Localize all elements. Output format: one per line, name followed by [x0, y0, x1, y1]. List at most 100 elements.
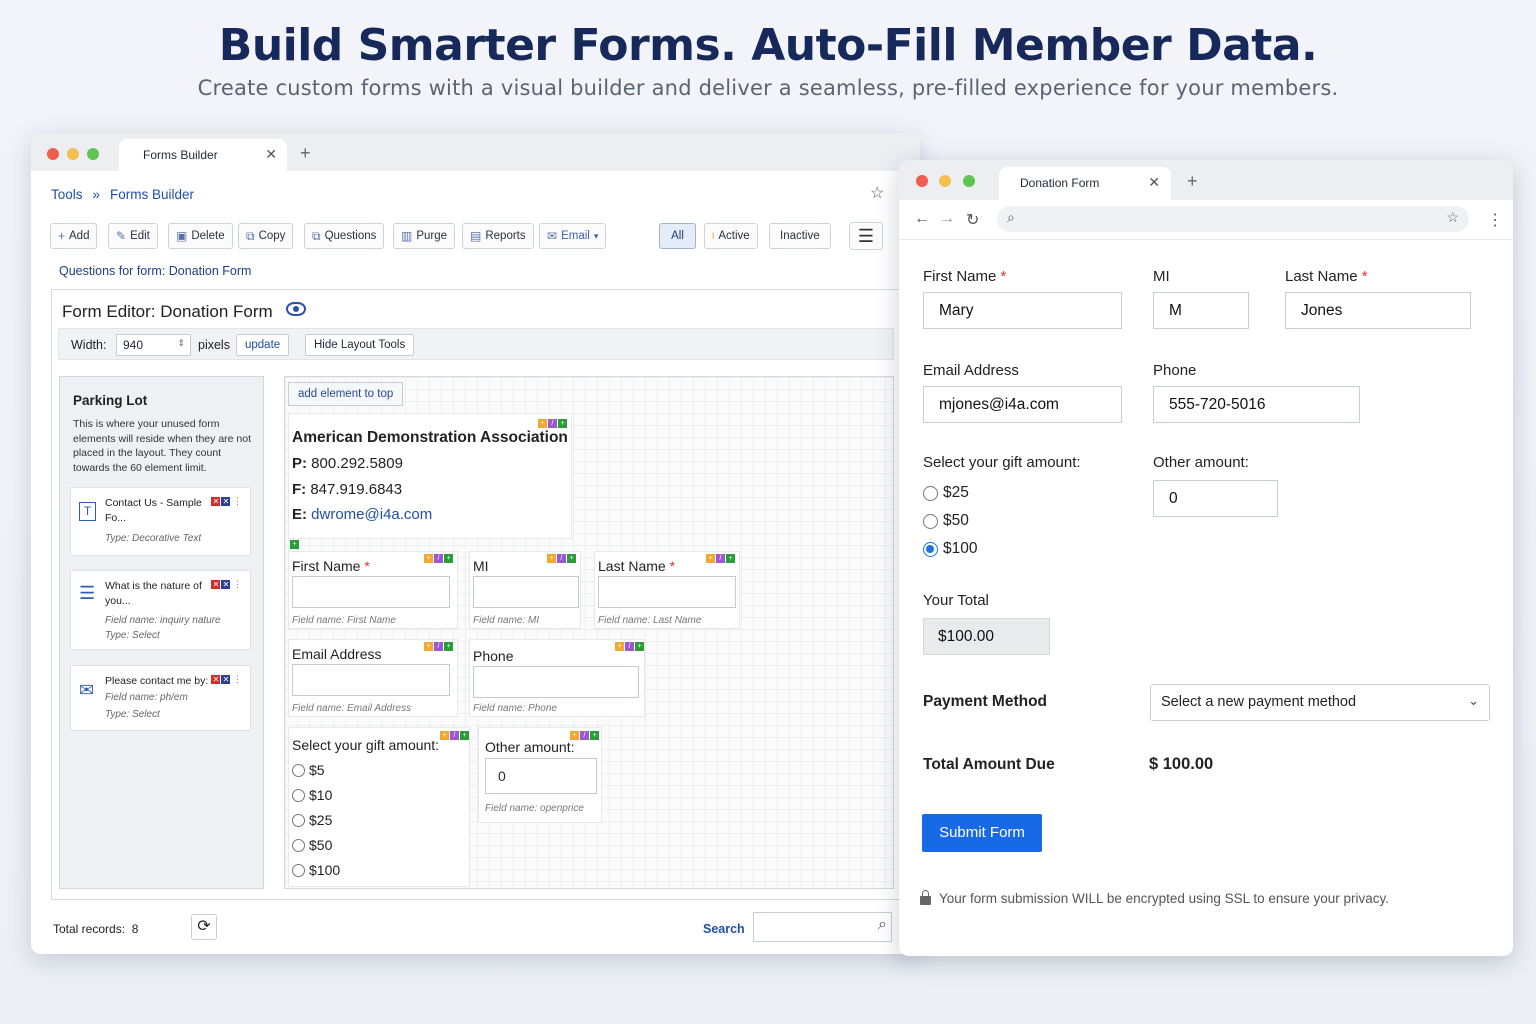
add-icon[interactable]: + [558, 419, 567, 428]
add-icon[interactable]: + [726, 554, 735, 563]
item-controls[interactable]: ✕ ✕ ⋮ [211, 579, 242, 590]
org-info-block[interactable]: + / + American Demonstration Association P… [288, 413, 572, 539]
bookmark-star-icon[interactable]: ☆ [1446, 209, 1459, 226]
block-controls[interactable]: + / + [538, 419, 567, 429]
first-name-block[interactable]: + / + First Name * Field name: First Name [288, 551, 458, 629]
mi-input[interactable] [473, 576, 579, 608]
minimize-window-dot[interactable] [67, 148, 79, 160]
block-controls[interactable]: + / + [547, 554, 576, 564]
preview-eye-icon[interactable] [286, 302, 306, 316]
edit-icon[interactable]: / [450, 731, 459, 740]
add-icon[interactable]: + [635, 642, 644, 651]
width-input[interactable]: 940 ⇕ [116, 334, 191, 356]
remove-icon[interactable]: ✕ [211, 580, 221, 589]
move-icon[interactable]: + [547, 554, 556, 563]
close-window-dot[interactable] [47, 148, 59, 160]
email-block[interactable]: + / + Email Address Field name: Email Addr… [288, 639, 458, 717]
search-icon[interactable]: ⌕ [878, 916, 887, 934]
more-menu-icon[interactable]: ⋮ [1487, 210, 1503, 230]
gift-amount-block[interactable]: + / + Select your gift amount: $5 $10 $25 … [288, 727, 470, 887]
move-icon[interactable]: + [615, 642, 624, 651]
radio-circle[interactable] [292, 788, 305, 802]
star-icon[interactable]: ☆ [870, 183, 884, 203]
parking-item[interactable]: ☰ What is the nature of you... Field nam… [70, 570, 251, 650]
delete-button[interactable]: ▣ Delete [168, 223, 233, 249]
parking-item[interactable]: ✉ Please contact me by: Field name: ph/e… [70, 665, 251, 731]
maximize-window-dot[interactable] [87, 148, 99, 160]
gift-option[interactable]: $10 [292, 787, 332, 803]
edit-icon[interactable]: / [716, 554, 725, 563]
edit-icon[interactable]: / [548, 419, 557, 428]
gift-option[interactable]: $50 [292, 837, 332, 853]
last-name-block[interactable]: + / + Last Name * Field name: Last Name [594, 551, 740, 629]
phone-input[interactable]: 555-720-5016 [1153, 386, 1360, 423]
edit-icon[interactable]: / [434, 554, 443, 563]
email-dropdown-button[interactable]: ✉ Email ▾ [539, 223, 607, 249]
org-email-link[interactable]: dwrome@i4a.com [311, 506, 432, 523]
phone-block[interactable]: + / + Phone Field name: Phone [469, 639, 645, 717]
mi-block[interactable]: + / + MI Field name: MI [469, 551, 581, 629]
add-icon[interactable]: + [460, 731, 469, 740]
delete-icon[interactable]: ✕ [221, 497, 231, 506]
first-name-input[interactable]: Mary [923, 292, 1122, 329]
move-icon[interactable]: + [424, 642, 433, 651]
parking-item[interactable]: T Contact Us - Sample Fo... Type: Decora… [70, 487, 251, 556]
mi-input[interactable]: M [1153, 292, 1249, 329]
first-name-input[interactable] [292, 576, 450, 608]
radio-selected-circle[interactable] [923, 541, 938, 557]
gift-option[interactable]: $5 [292, 762, 325, 778]
edit-icon[interactable]: / [625, 642, 634, 651]
delete-icon[interactable]: ✕ [221, 675, 231, 684]
maximize-window-dot[interactable] [963, 175, 975, 187]
add-icon[interactable]: + [444, 554, 453, 563]
block-controls[interactable]: + / + [424, 642, 453, 652]
stepper-icon[interactable]: ⇕ [177, 338, 185, 349]
radio-circle[interactable] [292, 763, 305, 777]
other-amount-block[interactable]: + / + Other amount: 0 Field name: openpric… [478, 727, 602, 823]
remove-icon[interactable]: ✕ [211, 497, 221, 506]
phone-input[interactable] [473, 666, 639, 698]
filter-active[interactable]: ǀ Active [704, 223, 758, 249]
move-icon[interactable]: + [440, 731, 449, 740]
move-icon[interactable]: + [538, 419, 547, 428]
edit-icon[interactable]: / [557, 554, 566, 563]
gift-option-100[interactable]: $100 [923, 540, 977, 558]
tab-forms-builder[interactable]: Forms Builder ✕ [119, 139, 287, 171]
delete-icon[interactable]: ✕ [221, 580, 231, 589]
block-controls[interactable]: + / + [424, 554, 453, 564]
gift-option[interactable]: $25 [292, 812, 332, 828]
other-amount-input[interactable]: 0 [1153, 480, 1278, 517]
email-input[interactable]: mjones@i4a.com [923, 386, 1122, 423]
gift-option-50[interactable]: $50 [923, 512, 969, 530]
edit-button[interactable]: ✎ Edit [108, 223, 158, 249]
item-controls[interactable]: ✕ ✕ ⋮ [211, 674, 242, 685]
add-element-to-top-button[interactable]: add element to top [288, 382, 404, 406]
add-row-icon[interactable]: + [290, 540, 299, 549]
reports-button[interactable]: ▤ Reports [462, 223, 534, 249]
more-icon[interactable]: ⋮ [233, 579, 242, 589]
close-window-dot[interactable] [916, 175, 928, 187]
block-controls[interactable]: + / + [706, 554, 735, 564]
other-amount-input[interactable]: 0 [485, 758, 597, 794]
reload-icon[interactable]: ↻ [966, 210, 979, 230]
radio-circle[interactable] [292, 863, 305, 877]
add-button[interactable]: + Add [50, 223, 98, 249]
add-icon[interactable]: + [444, 642, 453, 651]
radio-circle[interactable] [292, 813, 305, 827]
purge-button[interactable]: ▥ Purge [393, 223, 456, 249]
tab-donation-form[interactable]: Donation Form ✕ [999, 167, 1171, 200]
update-button[interactable]: update [236, 334, 290, 356]
radio-circle[interactable] [923, 485, 938, 501]
menu-icon[interactable]: ☰ [849, 222, 883, 250]
forward-icon[interactable]: → [939, 210, 955, 228]
minimize-window-dot[interactable] [939, 175, 951, 187]
refresh-icon[interactable]: ⟳ [191, 914, 217, 940]
email-input[interactable] [292, 664, 450, 696]
gift-option-25[interactable]: $25 [923, 484, 969, 502]
edit-icon[interactable]: / [434, 642, 443, 651]
payment-method-select[interactable]: Select a new payment method ⌄ [1150, 684, 1490, 721]
url-input[interactable]: ⌕ ☆ [997, 206, 1469, 232]
radio-circle[interactable] [292, 838, 305, 852]
search-input[interactable]: ⌕ [753, 912, 892, 942]
back-icon[interactable]: ← [914, 210, 930, 228]
